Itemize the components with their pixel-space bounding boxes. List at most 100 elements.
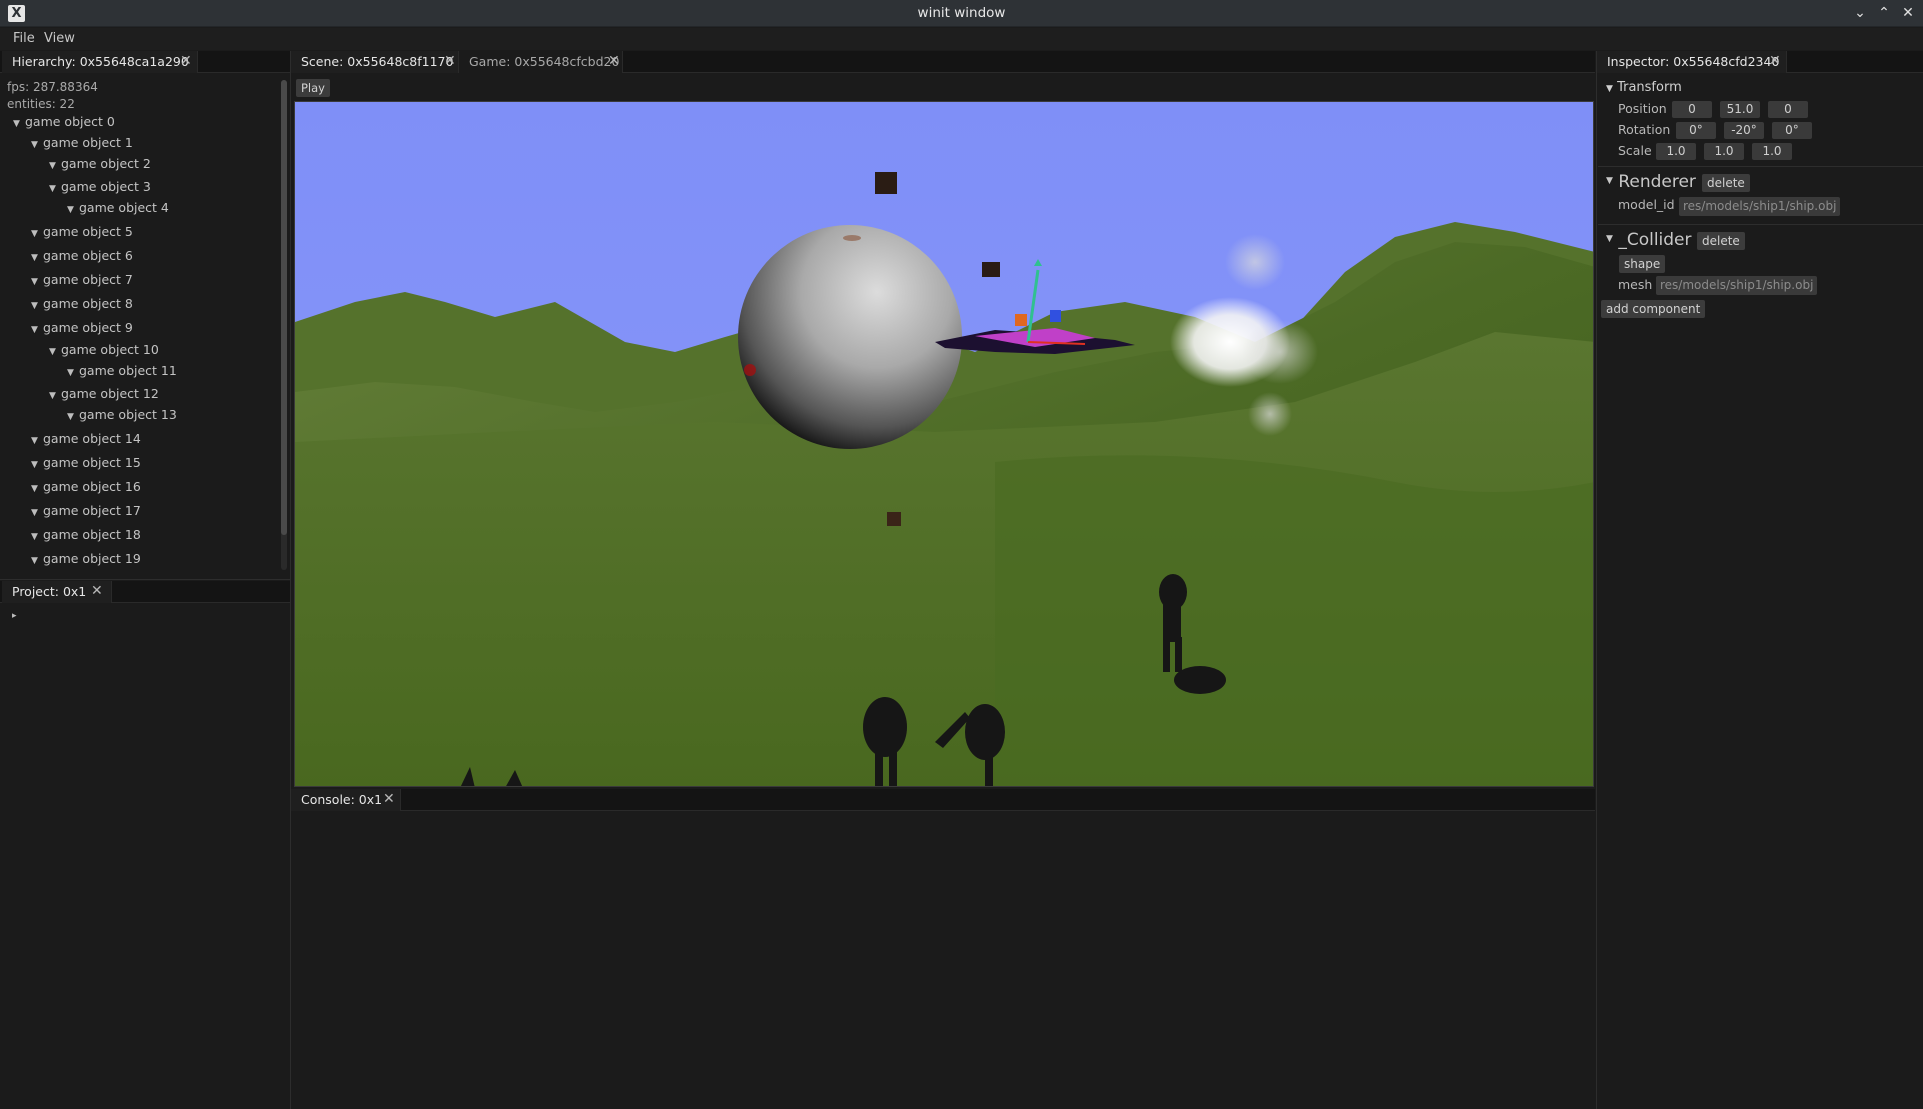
inspector-tabstrip: Inspector: 0x55648cfd2340 ✕ bbox=[1597, 51, 1923, 73]
tree-item[interactable]: ▼ game object 16 bbox=[31, 479, 141, 494]
tree-item-label: game object 17 bbox=[43, 503, 141, 518]
caret-down-icon[interactable]: ▼ bbox=[31, 556, 43, 566]
tree-item-label: game object 1 bbox=[43, 135, 133, 150]
position-x-field[interactable]: 0 bbox=[1672, 101, 1712, 118]
tab-hierarchy[interactable]: Hierarchy: 0x55648ca1a290 ✕ bbox=[2, 51, 198, 73]
close-icon[interactable]: ✕ bbox=[1769, 53, 1781, 69]
rotation-y-field[interactable]: -20° bbox=[1724, 122, 1764, 139]
scene-viewport[interactable] bbox=[294, 101, 1594, 787]
shape-button[interactable]: shape bbox=[1619, 255, 1666, 273]
caret-down-icon[interactable]: ▼ bbox=[49, 161, 61, 171]
collider-header[interactable]: ▼ _Collider bbox=[1606, 230, 1692, 250]
collider-delete-button[interactable]: delete bbox=[1697, 232, 1745, 250]
window-title: winit window bbox=[917, 5, 1006, 21]
tree-item-label: game object 19 bbox=[43, 551, 141, 566]
tree-item-label: game object 18 bbox=[43, 527, 141, 542]
caret-down-icon[interactable]: ▼ bbox=[49, 184, 61, 194]
tree-item[interactable]: ▼ game object 6 bbox=[31, 248, 133, 263]
close-window-icon[interactable]: ✕ bbox=[1899, 4, 1917, 22]
console-panel: Console: 0x1 ✕ bbox=[291, 789, 1595, 1109]
play-button[interactable]: Play bbox=[296, 79, 330, 97]
tab-console-label: Console: 0x1 bbox=[301, 792, 383, 807]
renderer-delete-button[interactable]: delete bbox=[1702, 174, 1750, 192]
maximize-icon[interactable]: ⌃ bbox=[1875, 4, 1893, 22]
scene-render bbox=[295, 102, 1593, 786]
position-y-field[interactable]: 51.0 bbox=[1720, 101, 1760, 118]
close-icon[interactable]: ✕ bbox=[91, 583, 103, 599]
tree-item-label: game object 0 bbox=[25, 114, 115, 129]
tree-item-label: game object 13 bbox=[79, 407, 177, 422]
tree-item[interactable]: ▼ game object 9 bbox=[31, 320, 133, 335]
tab-game[interactable]: Game: 0x55648cfcbd20 ✕ bbox=[459, 51, 623, 73]
model-id-field[interactable]: res/models/ship1/ship.obj bbox=[1679, 197, 1841, 216]
caret-down-icon[interactable]: ▼ bbox=[31, 484, 43, 494]
console-tabstrip: Console: 0x1 ✕ bbox=[291, 789, 1595, 811]
close-icon[interactable]: ✕ bbox=[444, 53, 456, 69]
rotation-label: Rotation bbox=[1618, 122, 1671, 137]
caret-down-icon[interactable]: ▼ bbox=[31, 301, 43, 311]
tree-item[interactable]: ▼ game object 1 bbox=[31, 135, 133, 150]
caret-down-icon[interactable]: ▼ bbox=[67, 412, 79, 422]
tab-project[interactable]: Project: 0x1 ✕ bbox=[2, 581, 112, 603]
mesh-field[interactable]: res/models/ship1/ship.obj bbox=[1656, 276, 1818, 295]
tree-item[interactable]: ▼ game object 18 bbox=[31, 527, 141, 542]
caret-down-icon[interactable]: ▼ bbox=[31, 140, 43, 150]
caret-down-icon[interactable]: ▼ bbox=[67, 368, 79, 378]
scale-z-field[interactable]: 1.0 bbox=[1752, 143, 1792, 160]
tree-item-label: game object 3 bbox=[61, 179, 151, 194]
tree-item[interactable]: ▼ game object 5 bbox=[31, 224, 133, 239]
fps-readout: fps: 287.88364 bbox=[7, 80, 98, 94]
close-icon[interactable]: ✕ bbox=[383, 791, 395, 807]
scale-y-field[interactable]: 1.0 bbox=[1704, 143, 1744, 160]
tree-item[interactable]: ▼ game object 7 bbox=[31, 272, 133, 287]
tree-item[interactable]: ▼ game object 15 bbox=[31, 455, 141, 470]
tree-item[interactable]: ▼ game object 10 bbox=[49, 342, 159, 357]
tree-item[interactable]: ▼ game object 4 bbox=[67, 200, 169, 215]
caret-down-icon[interactable]: ▼ bbox=[31, 277, 43, 287]
caret-down-icon[interactable]: ▼ bbox=[31, 508, 43, 518]
rotation-x-field[interactable]: 0° bbox=[1676, 122, 1716, 139]
tree-item[interactable]: ▼ game object 8 bbox=[31, 296, 133, 311]
tab-inspector[interactable]: Inspector: 0x55648cfd2340 ✕ bbox=[1597, 51, 1787, 73]
caret-down-icon[interactable]: ▼ bbox=[31, 460, 43, 470]
tree-item[interactable]: ▼ game object 13 bbox=[67, 407, 177, 422]
caret-down-icon[interactable]: ▼ bbox=[31, 436, 43, 446]
add-component-button[interactable]: add component bbox=[1601, 300, 1706, 318]
close-icon[interactable]: ✕ bbox=[608, 53, 620, 69]
position-z-field[interactable]: 0 bbox=[1768, 101, 1808, 118]
tree-item-label: game object 9 bbox=[43, 320, 133, 335]
caret-down-icon[interactable]: ▼ bbox=[13, 119, 25, 129]
tab-scene[interactable]: Scene: 0x55648c8f1170 ✕ bbox=[291, 51, 459, 73]
caret-down-icon[interactable]: ▼ bbox=[67, 205, 79, 215]
hierarchy-panel: Hierarchy: 0x55648ca1a290 ✕ bbox=[0, 51, 290, 579]
caret-down-icon[interactable]: ▼ bbox=[31, 229, 43, 239]
tree-item-label: game object 7 bbox=[43, 272, 133, 287]
tree-item[interactable]: ▼ game object 12 bbox=[49, 386, 159, 401]
tree-item[interactable]: ▼ game object 14 bbox=[31, 431, 141, 446]
caret-down-icon[interactable]: ▼ bbox=[31, 253, 43, 263]
rotation-z-field[interactable]: 0° bbox=[1772, 122, 1812, 139]
position-label: Position bbox=[1618, 101, 1667, 116]
renderer-header[interactable]: ▼ Renderer bbox=[1606, 172, 1696, 192]
close-icon[interactable]: ✕ bbox=[180, 53, 192, 69]
tree-item[interactable]: ▼ game object 19 bbox=[31, 551, 141, 566]
hierarchy-scroll-thumb[interactable] bbox=[281, 80, 287, 535]
menu-view[interactable]: View bbox=[44, 31, 75, 46]
caret-down-icon[interactable]: ▼ bbox=[49, 391, 61, 401]
minimize-icon[interactable]: ⌄ bbox=[1851, 4, 1869, 22]
transform-header[interactable]: ▼ Transform bbox=[1606, 80, 1682, 95]
tree-item[interactable]: ▼ game object 11 bbox=[67, 363, 177, 378]
project-panel: Project: 0x1 ✕ ▸ bbox=[0, 581, 290, 1109]
tree-item[interactable]: ▼ game object 3 bbox=[49, 179, 151, 194]
tab-console[interactable]: Console: 0x1 ✕ bbox=[291, 789, 401, 811]
scale-x-field[interactable]: 1.0 bbox=[1656, 143, 1696, 160]
caret-right-icon[interactable]: ▸ bbox=[12, 611, 17, 621]
caret-down-icon[interactable]: ▼ bbox=[31, 325, 43, 335]
tree-item[interactable]: ▼ game object 0 bbox=[13, 114, 115, 129]
divider bbox=[1598, 224, 1923, 225]
tree-item[interactable]: ▼ game object 17 bbox=[31, 503, 141, 518]
tree-item[interactable]: ▼ game object 2 bbox=[49, 156, 151, 171]
caret-down-icon[interactable]: ▼ bbox=[49, 347, 61, 357]
caret-down-icon[interactable]: ▼ bbox=[31, 532, 43, 542]
menu-file[interactable]: File bbox=[13, 31, 35, 46]
